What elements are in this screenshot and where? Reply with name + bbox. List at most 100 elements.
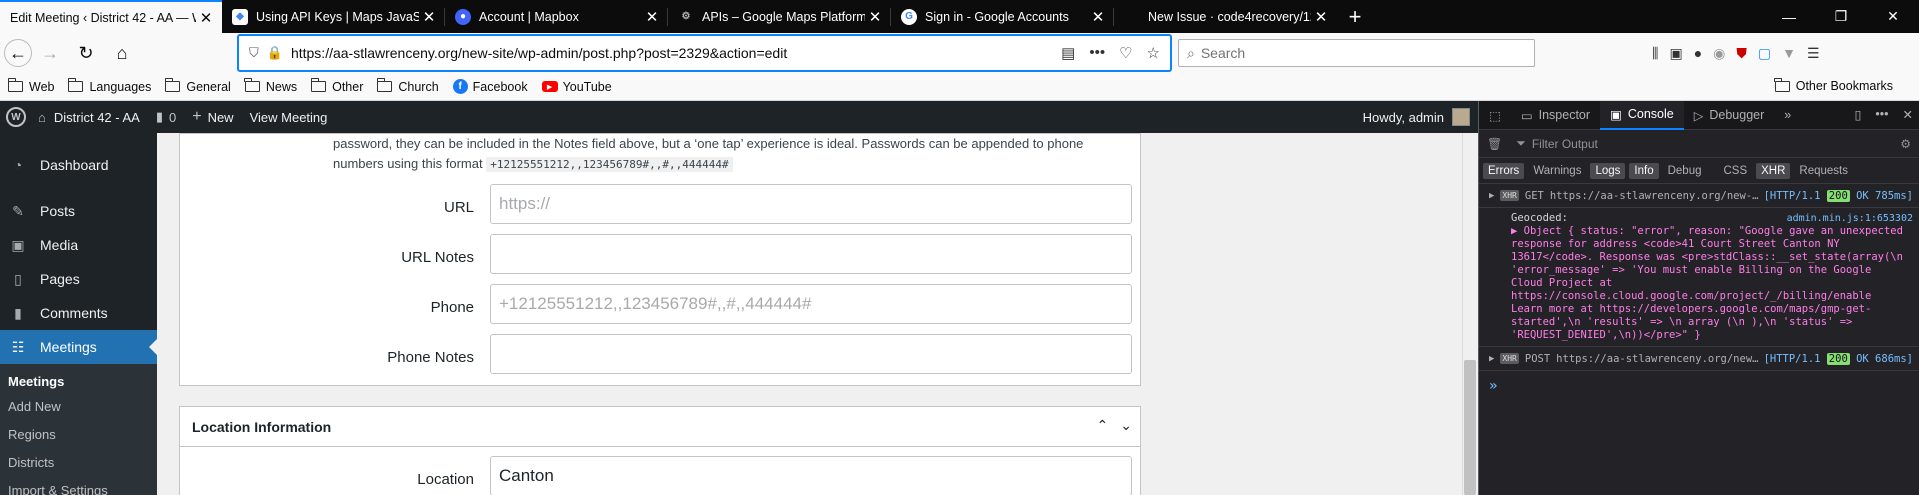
settings-gear-icon[interactable]: ⚙ xyxy=(1900,137,1911,151)
filter-output-input[interactable]: Filter Output xyxy=(1532,137,1598,151)
pocket-icon[interactable]: ♡ xyxy=(1119,44,1132,62)
submenu-regions[interactable]: Regions xyxy=(0,420,157,448)
devtools-menu-icon[interactable]: ••• xyxy=(1875,107,1888,122)
sidebar-icon[interactable]: ▣ xyxy=(1669,45,1682,62)
bookmark-folder-languages[interactable]: Languages xyxy=(67,78,151,94)
sidebar-item-posts[interactable]: ✎ Posts xyxy=(0,194,157,228)
bookmark-folder-news[interactable]: News xyxy=(244,78,297,94)
request-url[interactable]: https://aa-stlawrenceny.org/new-… xyxy=(1550,190,1759,202)
close-icon[interactable]: ✕ xyxy=(865,8,885,26)
reload-icon[interactable]: ↻ xyxy=(68,38,104,68)
scrollbar-thumb[interactable] xyxy=(1464,360,1476,495)
bookmark-folder-general[interactable]: General xyxy=(164,78,231,94)
submenu-import-settings[interactable]: Import & Settings xyxy=(0,476,157,495)
move-up-icon[interactable]: ⌃ xyxy=(1097,417,1109,434)
submenu-meetings[interactable]: Meetings xyxy=(0,364,157,392)
back-icon[interactable]: ← xyxy=(4,39,32,67)
tab-inspector[interactable]: ▭ Inspector xyxy=(1511,101,1600,130)
submenu-districts[interactable]: Districts xyxy=(0,448,157,476)
forward-icon[interactable]: → xyxy=(32,38,68,68)
close-icon[interactable]: ✕ xyxy=(196,9,216,27)
error-object[interactable]: ▶ Object { status: "error", reason: "Goo… xyxy=(1511,225,1909,342)
tab-edit-meeting[interactable]: Edit Meeting ‹ District 42 - AA — W ✕ xyxy=(0,0,222,33)
element-picker-icon[interactable]: ⬚ xyxy=(1479,101,1511,130)
trash-icon[interactable]: 🗑 xyxy=(1487,137,1502,151)
sidebar-item-comments[interactable]: ▮ Comments xyxy=(0,296,157,330)
expand-triangle-icon[interactable]: ▶ xyxy=(1489,354,1494,364)
home-icon[interactable]: ⌂ xyxy=(104,38,140,68)
other-bookmarks[interactable]: Other Bookmarks xyxy=(1774,77,1893,93)
tab-console[interactable]: ▣ Console xyxy=(1600,100,1684,130)
sidebar-item-meetings[interactable]: ☷ Meetings xyxy=(0,330,157,364)
filter-logs[interactable]: Logs xyxy=(1590,162,1626,179)
close-icon[interactable]: ✕ xyxy=(419,8,439,26)
wordpress-logo-icon[interactable]: W xyxy=(6,107,26,127)
url-notes-input[interactable] xyxy=(490,234,1132,274)
restore-icon[interactable]: ❐ xyxy=(1815,0,1867,33)
tab-google-apis[interactable]: ⚙ APIs – Google Maps Platform – ✕ xyxy=(668,0,891,33)
xhr-post-message[interactable]: ▶ XHR POST https://aa-stlawrenceny.org/n… xyxy=(1479,347,1919,371)
url-input[interactable]: https:// xyxy=(490,184,1132,224)
filter-css[interactable]: CSS xyxy=(1718,163,1752,179)
filter-xhr[interactable]: XHR xyxy=(1756,162,1791,179)
address-bar[interactable]: ⛉ 🔒 https://aa-stlawrenceny.org/new-site… xyxy=(237,34,1172,72)
source-link[interactable]: admin.min.js:1:653302 xyxy=(1787,212,1913,225)
account-menu[interactable]: Howdy, admin xyxy=(1363,108,1470,126)
sidebar-item-dashboard[interactable]: ◔ Dashboard xyxy=(0,148,157,182)
extension-f-icon[interactable]: ▢ xyxy=(1758,45,1771,62)
phone-notes-input[interactable] xyxy=(490,334,1132,374)
filter-warnings[interactable]: Warnings xyxy=(1528,163,1586,179)
site-name-link[interactable]: ⌂ District 42 - AA xyxy=(38,110,140,125)
browser-window: Edit Meeting ‹ District 42 - AA — W ✕ ◆ … xyxy=(0,0,1919,495)
tab-google-signin[interactable]: G Sign in - Google Accounts ✕ xyxy=(891,0,1114,33)
shield-icon[interactable]: ⛉ xyxy=(249,45,259,61)
bookmark-facebook[interactable]: f Facebook xyxy=(452,79,528,94)
account-icon[interactable]: ● xyxy=(1694,45,1702,61)
move-down-icon[interactable]: ⌄ xyxy=(1120,417,1132,434)
library-icon[interactable]: ⫼ xyxy=(1652,45,1658,62)
url-text[interactable]: https://aa-stlawrenceny.org/new-site/wp-… xyxy=(291,45,1061,61)
xhr-get-message[interactable]: ▶ XHR GET https://aa-stlawrenceny.org/ne… xyxy=(1479,184,1919,208)
close-icon[interactable]: ✕ xyxy=(642,8,662,26)
close-icon[interactable]: ✕ xyxy=(1088,8,1108,26)
comments-link[interactable]: ▮ 0 xyxy=(156,109,176,125)
search-input[interactable]: ⌕ Search xyxy=(1178,39,1535,67)
close-icon[interactable]: ✕ xyxy=(1311,8,1331,26)
phone-input[interactable]: +12125551212,,123456789#,,#,,444444# xyxy=(490,284,1132,324)
lock-warning-icon[interactable]: 🔒 xyxy=(267,45,283,61)
tab-api-keys[interactable]: ◆ Using API Keys | Maps JavaScr ✕ xyxy=(222,0,445,33)
close-devtools-icon[interactable]: ✕ xyxy=(1903,107,1913,122)
page-actions-icon[interactable]: ••• xyxy=(1089,44,1105,62)
minimize-icon[interactable]: — xyxy=(1763,0,1815,33)
view-meeting-link[interactable]: View Meeting xyxy=(250,110,328,125)
new-content-link[interactable]: + New xyxy=(192,108,233,126)
bookmark-star-icon[interactable]: ☆ xyxy=(1147,44,1160,62)
request-url[interactable]: https://aa-stlawrenceny.org/new… xyxy=(1556,353,1758,365)
bookmark-folder-church[interactable]: Church xyxy=(376,78,439,94)
submenu-add-new[interactable]: Add New xyxy=(0,392,157,420)
menu-icon[interactable]: ☰ xyxy=(1807,45,1820,62)
filter-errors[interactable]: Errors xyxy=(1483,162,1525,179)
expand-triangle-icon[interactable]: ▶ xyxy=(1489,191,1494,201)
reader-view-icon[interactable]: ▤ xyxy=(1061,44,1075,62)
bookmark-youtube[interactable]: ▶ YouTube xyxy=(541,80,612,94)
tab-debugger[interactable]: ▷ Debugger xyxy=(1684,101,1775,130)
dock-icon[interactable]: ▯ xyxy=(1854,107,1861,122)
filter-info[interactable]: Info xyxy=(1629,162,1659,179)
extension-icon[interactable]: ◉ xyxy=(1713,45,1725,62)
filter-requests[interactable]: Requests xyxy=(1794,163,1853,179)
more-tabs-icon[interactable]: » xyxy=(1774,101,1801,130)
sidebar-item-media[interactable]: ▣ Media xyxy=(0,228,157,262)
location-input[interactable]: Canton xyxy=(490,456,1132,495)
bookmark-folder-other[interactable]: Other xyxy=(310,78,363,94)
close-window-icon[interactable]: ✕ xyxy=(1867,0,1919,33)
filter-debug[interactable]: Debug xyxy=(1663,163,1707,179)
bookmark-folder-web[interactable]: Web xyxy=(7,78,54,94)
tab-github-issue[interactable]: New Issue · code4recovery/12-s ✕ xyxy=(1114,0,1337,33)
sidebar-item-pages[interactable]: ▯ Pages xyxy=(0,262,157,296)
new-tab-button[interactable]: + xyxy=(1337,0,1373,33)
tab-mapbox[interactable]: ● Account | Mapbox ✕ xyxy=(445,0,668,33)
console-input[interactable]: » xyxy=(1479,371,1919,401)
extension-v-icon[interactable]: ▼ xyxy=(1782,45,1796,61)
ublock-icon[interactable]: ⛊ xyxy=(1736,45,1747,62)
